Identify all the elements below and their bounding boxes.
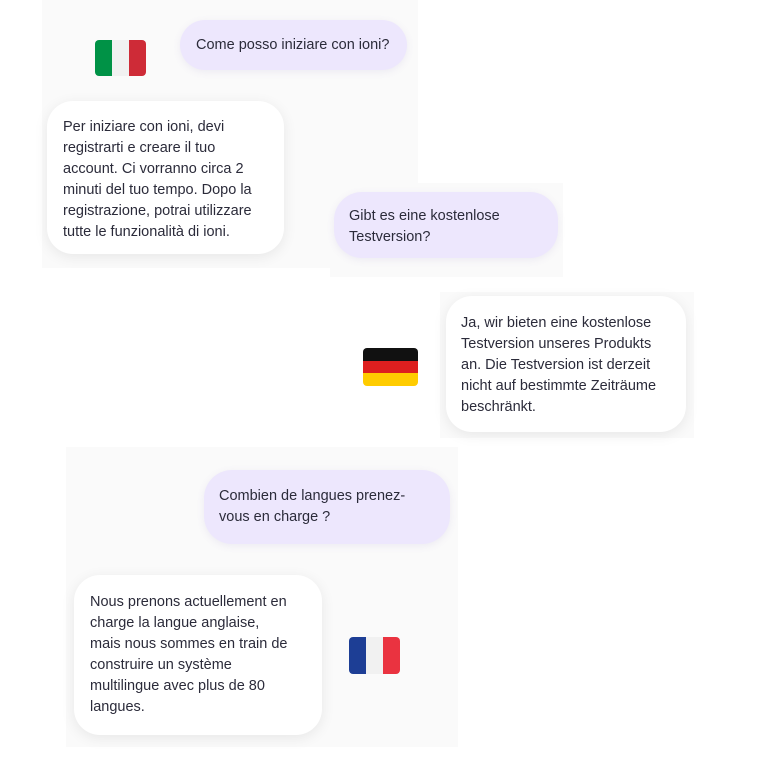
italy-flag-stripe-red bbox=[129, 40, 146, 76]
multilingual-chat-showcase: Come posso iniziare con ioni? Per inizia… bbox=[0, 0, 773, 773]
user-question-bubble-french: Combien de langues prenez- vous en charg… bbox=[204, 470, 450, 544]
germany-flag-icon bbox=[363, 348, 418, 386]
germany-flag-stripe-gold bbox=[363, 373, 418, 386]
france-flag-stripe-white bbox=[366, 637, 383, 674]
germany-flag-stripe-red bbox=[363, 360, 418, 374]
bot-answer-bubble-german: Ja, wir bieten eine kostenlose Testversi… bbox=[446, 296, 686, 432]
france-flag-stripe-blue bbox=[349, 637, 366, 674]
germany-flag-stripe-black bbox=[363, 348, 418, 361]
france-flag-icon bbox=[349, 637, 400, 674]
bot-answer-bubble-french: Nous prenons actuellement en charge la l… bbox=[74, 575, 322, 735]
italy-flag-stripe-green bbox=[95, 40, 112, 76]
italy-flag-icon bbox=[95, 40, 146, 76]
france-flag-stripe-red bbox=[383, 637, 400, 674]
italy-flag-stripe-white bbox=[112, 40, 129, 76]
user-question-bubble-italian: Come posso iniziare con ioni? bbox=[180, 20, 407, 70]
user-question-bubble-german: Gibt es eine kostenlose Testversion? bbox=[334, 192, 558, 258]
bot-answer-bubble-italian: Per iniziare con ioni, devi registrarti … bbox=[47, 101, 284, 254]
